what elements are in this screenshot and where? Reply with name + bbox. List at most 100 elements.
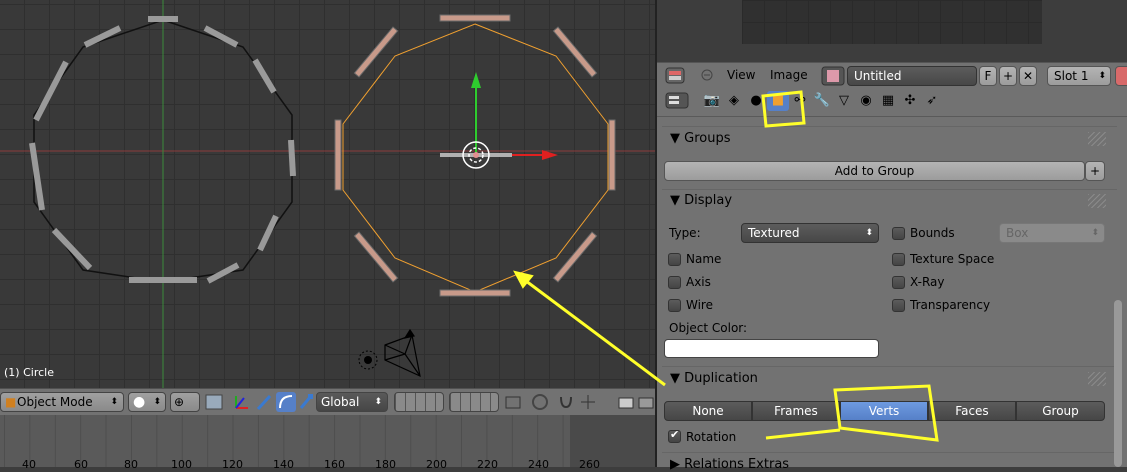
panel-divider bbox=[662, 366, 1117, 367]
xray-checkbox[interactable] bbox=[892, 276, 905, 289]
render-slot-icon[interactable] bbox=[1115, 66, 1127, 86]
texture-space-label: Texture Space bbox=[910, 252, 995, 266]
snap-target-icon[interactable] bbox=[578, 392, 598, 412]
3d-viewport[interactable]: (1) Circle bbox=[0, 0, 655, 388]
constraints-tab-icon[interactable]: ⚯ bbox=[789, 91, 811, 111]
manipulator-toggle-icon[interactable] bbox=[204, 392, 224, 412]
timeline-tick-label: 260 bbox=[579, 458, 600, 471]
relations-extras-title: Relations Extras bbox=[684, 457, 790, 472]
rotate-manipulator-icon[interactable] bbox=[254, 392, 274, 412]
image-editor-header: View Image Untitled F + ✕ Slot 1 ⬍ bbox=[657, 62, 1127, 89]
image-canvas bbox=[742, 0, 1042, 44]
rotation-checkbox[interactable]: ✔ bbox=[668, 428, 681, 443]
properties-header: 📷 ◈ ● ■ ⚯ 🔧 ▽ ◉ ▦ ✣ ➶ bbox=[657, 88, 1127, 117]
camera-icon[interactable] bbox=[384, 328, 421, 378]
dupli-plane bbox=[608, 119, 616, 191]
transparency-label: Transparency bbox=[910, 298, 991, 312]
draw-type-value: Textured bbox=[748, 226, 800, 240]
view-menu[interactable]: View bbox=[727, 68, 755, 82]
add-icon[interactable]: + bbox=[1085, 161, 1105, 181]
layer-buttons-1[interactable] bbox=[394, 392, 444, 412]
rotate-active-icon[interactable] bbox=[276, 392, 296, 412]
timeline-tick-label: 120 bbox=[222, 458, 243, 471]
properties-scrollbar[interactable] bbox=[1114, 300, 1122, 467]
dupli-plane bbox=[353, 26, 399, 78]
physics-tab-icon[interactable]: ➶ bbox=[921, 91, 943, 111]
dupli-group-button[interactable]: Group bbox=[1016, 401, 1105, 421]
render-tab-icon[interactable]: 📷 bbox=[701, 91, 723, 111]
updown-arrows-icon: ⬍ bbox=[374, 397, 382, 407]
dupli-verts-button[interactable]: Verts bbox=[840, 401, 928, 421]
panel-divider bbox=[662, 189, 1117, 190]
groups-panel-header[interactable]: ▼ Groups bbox=[670, 131, 731, 146]
material-tab-icon[interactable]: ◉ bbox=[855, 91, 877, 111]
xray-label: X-Ray bbox=[910, 275, 945, 289]
wire-checkbox[interactable] bbox=[668, 299, 681, 312]
duplication-panel-header[interactable]: ▼ Duplication bbox=[670, 371, 758, 386]
render-anim-icon[interactable] bbox=[636, 392, 656, 412]
bounds-type-select[interactable]: Box ⬍ bbox=[999, 223, 1105, 243]
texture-tab-icon[interactable]: ▦ bbox=[877, 91, 899, 111]
fake-user-button[interactable]: F bbox=[979, 66, 997, 86]
display-panel-header[interactable]: ▼ Display bbox=[670, 193, 732, 208]
bounds-checkbox[interactable] bbox=[892, 227, 905, 240]
viewport-canvas[interactable] bbox=[0, 0, 655, 388]
wire-label: Wire bbox=[686, 298, 713, 312]
translate-manipulator-icon[interactable] bbox=[232, 392, 252, 412]
viewport-shading-select[interactable]: ● ⬍ bbox=[128, 392, 166, 412]
image-name-field[interactable]: Untitled bbox=[847, 66, 977, 86]
render-camera-icon[interactable] bbox=[616, 392, 636, 412]
axis-label: Axis bbox=[686, 275, 711, 289]
mode-label: Object Mode bbox=[17, 395, 93, 409]
axis-checkbox[interactable] bbox=[668, 276, 681, 289]
name-checkbox[interactable] bbox=[668, 253, 681, 266]
render-layer-lock-icon[interactable] bbox=[503, 392, 523, 412]
transparency-checkbox[interactable] bbox=[892, 299, 905, 312]
transform-orientation-select[interactable]: Global ⬍ bbox=[316, 392, 388, 412]
lamp-icon[interactable] bbox=[358, 350, 378, 370]
mode-select[interactable]: Object Mode ■ ⬍ bbox=[0, 392, 124, 412]
data-tab-icon[interactable]: ▽ bbox=[833, 91, 855, 111]
dupli-none-button[interactable]: None bbox=[664, 401, 752, 421]
modifiers-tab-icon[interactable]: 🔧 bbox=[811, 91, 833, 111]
updown-arrows-icon: ⬍ bbox=[110, 397, 118, 407]
texture-space-checkbox[interactable] bbox=[892, 253, 905, 266]
timeline-tick-label: 240 bbox=[528, 458, 549, 471]
layer-buttons-2[interactable] bbox=[449, 392, 499, 412]
collapse-menu-icon[interactable] bbox=[699, 67, 719, 87]
orientation-label: Global bbox=[321, 395, 360, 409]
particles-tab-icon[interactable]: ✣ bbox=[899, 91, 921, 111]
unlink-image-icon[interactable]: ✕ bbox=[1019, 66, 1037, 86]
dupli-faces-button[interactable]: Faces bbox=[928, 401, 1016, 421]
dupli-frames-button[interactable]: Frames bbox=[752, 401, 840, 421]
scale-manipulator-icon[interactable] bbox=[296, 392, 316, 412]
image-editor-area[interactable] bbox=[657, 0, 1127, 62]
add-to-group-button[interactable]: Add to Group bbox=[664, 161, 1085, 181]
panel-divider bbox=[662, 126, 1117, 127]
object-tab-icon[interactable]: ■ bbox=[767, 91, 789, 111]
proportional-edit-icon[interactable] bbox=[530, 392, 550, 412]
relations-extras-panel-header[interactable]: ▶ Relations Extras bbox=[670, 457, 789, 472]
panel-drag-handle[interactable] bbox=[1088, 132, 1106, 146]
updown-arrows-icon: ⬍ bbox=[153, 397, 161, 407]
editor-type-icon[interactable] bbox=[665, 66, 685, 86]
properties-editor-type-icon[interactable] bbox=[665, 91, 689, 111]
scene-tab-icon[interactable]: ● bbox=[745, 91, 767, 111]
draw-type-select[interactable]: Textured ⬍ bbox=[741, 223, 879, 243]
image-browse-icon[interactable] bbox=[821, 66, 845, 86]
object-color-label: Object Color: bbox=[669, 321, 748, 335]
pivot-point-select[interactable]: ⊕ bbox=[170, 392, 200, 412]
transform-manipulator[interactable] bbox=[440, 72, 558, 169]
solid-sphere-icon: ● bbox=[133, 394, 146, 410]
render-layers-tab-icon[interactable]: ◈ bbox=[723, 91, 745, 111]
image-menu[interactable]: Image bbox=[770, 68, 808, 82]
new-image-icon[interactable]: + bbox=[999, 66, 1017, 86]
panel-drag-handle[interactable] bbox=[1088, 194, 1106, 208]
panel-divider bbox=[662, 452, 1117, 453]
object-color-swatch[interactable] bbox=[664, 339, 879, 358]
slot-select[interactable]: Slot 1 ⬍ bbox=[1047, 66, 1111, 86]
3d-view-header: Object Mode ■ ⬍ ● ⬍ ⊕ Global ⬍ bbox=[0, 388, 655, 416]
panel-drag-handle[interactable] bbox=[1088, 372, 1106, 386]
magnet-snap-icon[interactable] bbox=[556, 392, 576, 412]
timeline-tick-label: 80 bbox=[124, 458, 138, 471]
